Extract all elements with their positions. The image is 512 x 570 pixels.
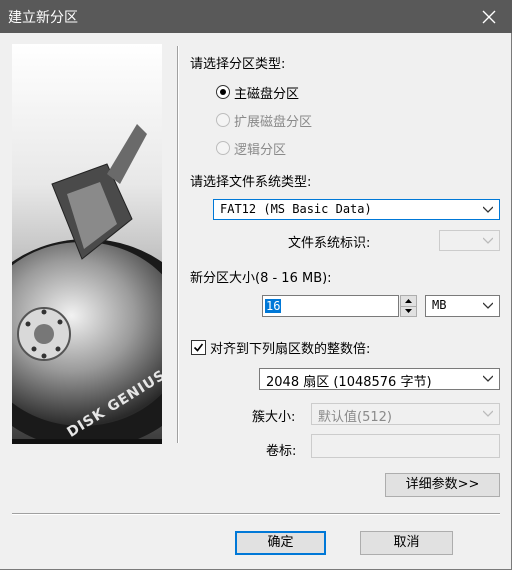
size-spinner[interactable] (400, 295, 417, 317)
cluster-size-value: 默认值(512) (318, 410, 392, 425)
spin-up-button[interactable] (401, 296, 416, 307)
align-label[interactable]: 对齐到下列扇区数的整数倍: (210, 338, 370, 357)
size-unit-select[interactable]: MB (425, 295, 500, 317)
cluster-size-label: 簇大小: (252, 410, 296, 425)
close-icon (482, 10, 496, 24)
align-sectors-select[interactable]: 2048 扇区 (1048576 字节) (259, 368, 500, 390)
filesystem-selected: FAT12 (MS Basic Data) (220, 202, 372, 216)
chevron-down-icon (483, 237, 493, 244)
chevron-down-icon (483, 410, 493, 417)
spin-up-icon (405, 299, 412, 303)
radio-extended-partition[interactable] (216, 113, 230, 127)
spin-down-icon (405, 309, 412, 313)
radio-primary-partition[interactable] (216, 85, 230, 99)
cancel-button[interactable]: 取消 (360, 531, 453, 555)
chevron-down-icon (483, 375, 493, 382)
filesystem-label: 请选择文件系统类型: (190, 175, 312, 190)
title-bar: 建立新分区 (0, 0, 512, 33)
align-checkbox[interactable] (191, 340, 206, 355)
filesystem-id-select[interactable] (439, 230, 500, 251)
ok-button[interactable]: 确定 (235, 531, 326, 555)
disk-illustration: DISK GENIUS (12, 44, 162, 444)
option-extended-partition-label[interactable]: 扩展磁盘分区 (234, 111, 312, 130)
cluster-size-select[interactable]: 默认值(512) (311, 403, 500, 425)
vertical-divider (177, 46, 179, 443)
partition-size-label: 新分区大小(8 - 16 MB): (190, 271, 332, 286)
spin-down-button[interactable] (401, 307, 416, 316)
filesystem-id-label: 文件系统标识: (288, 236, 371, 251)
radio-dot (220, 89, 226, 95)
horizontal-divider (12, 513, 500, 515)
partition-type-label: 请选择分区类型: (190, 57, 286, 72)
align-sectors-value: 2048 扇区 (1048576 字节) (266, 375, 432, 390)
details-button[interactable]: 详细参数>> (385, 473, 500, 497)
close-button[interactable] (466, 0, 512, 33)
option-primary-partition-label[interactable]: 主磁盘分区 (234, 83, 299, 102)
checkmark-icon (193, 343, 204, 352)
partition-size-value: 16 (265, 299, 282, 313)
volume-label-input[interactable] (311, 434, 500, 458)
volume-label-label: 卷标: (266, 444, 297, 459)
window-title: 建立新分区 (8, 10, 78, 26)
partition-size-input[interactable]: 16 (262, 295, 399, 317)
chevron-down-icon (483, 302, 493, 309)
chevron-down-icon (483, 206, 493, 213)
radio-logical-partition[interactable] (216, 141, 230, 155)
filesystem-select[interactable]: FAT12 (MS Basic Data) (213, 199, 500, 220)
size-unit-value: MB (432, 298, 447, 312)
option-logical-partition-label[interactable]: 逻辑分区 (234, 139, 286, 158)
dialog-body: DISK GENIUS 请选择分区类型: 主磁盘分区 扩展磁盘分区 逻辑分区 请… (0, 33, 512, 570)
